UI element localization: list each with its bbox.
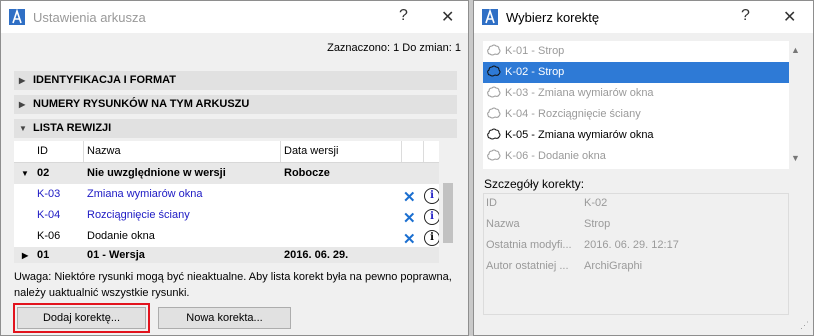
table-row-group[interactable]: ▶ 01 01 - Wersja 2016. 06. 29. (14, 247, 439, 263)
column-header-date[interactable]: Data wersji (284, 145, 338, 157)
detail-value: ArchiGraphi (584, 260, 643, 272)
sheet-settings-dialog: Ustawienia arkusza ? ✕ Zaznaczono: 1 Do … (0, 0, 469, 336)
row-id: K-06 (37, 230, 61, 242)
collapse-arrow-icon: ▼ (19, 124, 27, 133)
row-name: 01 - Wersja (87, 249, 145, 261)
expand-arrow-icon: ▶ (19, 100, 26, 109)
archicad-logo-icon (9, 9, 25, 25)
expand-arrow-icon: ▶ (19, 76, 26, 85)
revision-table: ID Nazwa Data wersji ▼ 02 Nie uwzględnio… (14, 141, 457, 263)
row-date: 2016. 06. 29. (284, 249, 349, 261)
row-name: Nie uwzględnione w wersji (87, 167, 226, 179)
table-header: ID Nazwa Data wersji (14, 141, 439, 163)
list-item[interactable]: K-06 - Dodanie okna (483, 146, 789, 167)
collapse-arrow-icon[interactable]: ▼ (21, 169, 29, 178)
info-icon[interactable]: i (424, 188, 440, 204)
close-button[interactable]: ✕ (783, 7, 796, 27)
help-button[interactable]: ? (399, 7, 408, 25)
archicad-logo-icon (482, 9, 498, 25)
expand-arrow-icon[interactable]: ▶ (22, 251, 28, 260)
revision-cloud-icon (487, 44, 501, 56)
title-bar: Wybierz korektę ? ✕ (474, 1, 813, 33)
list-scrollbar[interactable]: ▲ ▼ (789, 41, 804, 169)
help-button[interactable]: ? (741, 7, 750, 25)
list-item[interactable]: K-01 - Strop (483, 41, 789, 62)
section-label: NUMERY RYSUNKÓW NA TYM ARKUSZU (33, 98, 250, 110)
row-name: Zmiana wymiarów okna (87, 188, 203, 200)
column-divider (401, 141, 402, 162)
detail-value: 2016. 06. 29. 12:17 (584, 239, 679, 251)
table-row[interactable]: K-04 Rozciągnięcie ściany ✕ i (14, 205, 440, 227)
revision-cloud-icon (487, 128, 501, 140)
section-label: IDENTYFIKACJA I FORMAT (33, 74, 176, 86)
row-id: K-04 (37, 209, 61, 221)
table-scrollbar[interactable] (439, 141, 457, 263)
detail-key: Ostatnia modyfi... (486, 239, 572, 251)
close-button[interactable]: ✕ (441, 7, 454, 27)
column-header-id[interactable]: ID (37, 145, 48, 157)
section-revision-list[interactable]: ▼ LISTA REWIZJI (14, 119, 457, 138)
section-identification[interactable]: ▶ IDENTYFIKACJA I FORMAT (14, 71, 457, 90)
scroll-up-icon[interactable]: ▲ (791, 45, 800, 55)
list-item-label: K-01 - Strop (505, 45, 565, 57)
selection-status: Zaznaczono: 1 Do zmian: 1 (327, 42, 461, 54)
row-id: 02 (37, 167, 50, 179)
info-icon[interactable]: i (424, 209, 440, 225)
resize-grip-icon[interactable]: ⋰ (800, 320, 809, 331)
column-divider (280, 141, 281, 162)
row-name: Dodanie okna (87, 230, 155, 242)
table-row[interactable]: K-03 Zmiana wymiarów okna ✕ i (14, 184, 440, 206)
section-label: LISTA REWIZJI (33, 122, 112, 134)
list-item-label: K-03 - Zmiana wymiarów okna (505, 87, 654, 99)
row-id: K-03 (37, 188, 61, 200)
section-drawing-numbers[interactable]: ▶ NUMERY RYSUNKÓW NA TYM ARKUSZU (14, 95, 457, 114)
scroll-down-icon[interactable]: ▼ (791, 153, 800, 163)
remove-x-icon[interactable]: ✕ (403, 188, 416, 206)
add-revision-button[interactable]: Dodaj korektę... (17, 307, 146, 329)
details-panel: ID K-02 Nazwa Strop Ostatnia modyfi... 2… (483, 193, 789, 315)
dialog-title: Wybierz korektę (506, 10, 600, 25)
info-icon[interactable]: i (424, 230, 440, 246)
list-item-label: K-06 - Dodanie okna (505, 150, 606, 162)
details-title: Szczegóły korekty: (484, 177, 585, 191)
row-date: Robocze (284, 167, 330, 179)
list-item-label: K-04 - Rozciągnięcie ściany (505, 108, 641, 120)
detail-value: Strop (584, 218, 611, 230)
list-item[interactable]: K-03 - Zmiana wymiarów okna (483, 83, 789, 104)
row-name: Rozciągnięcie ściany (87, 209, 190, 221)
detail-value: K-02 (584, 197, 608, 209)
table-row[interactable]: K-06 Dodanie okna ✕ i (14, 226, 440, 248)
remove-x-icon[interactable]: ✕ (403, 230, 416, 248)
warning-note: Uwaga: Niektóre rysunki mogą być nieaktu… (14, 271, 452, 299)
revision-cloud-icon (487, 86, 501, 98)
remove-x-icon[interactable]: ✕ (403, 209, 416, 227)
list-item[interactable]: K-04 - Rozciągnięcie ściany (483, 104, 789, 125)
title-bar: Ustawienia arkusza ? ✕ (1, 1, 468, 33)
list-item-label: K-02 - Strop (505, 66, 565, 78)
column-divider (423, 141, 424, 162)
revision-cloud-icon (487, 107, 501, 119)
new-revision-button[interactable]: Nowa korekta... (158, 307, 291, 329)
column-header-name[interactable]: Nazwa (87, 145, 121, 157)
dialog-title: Ustawienia arkusza (33, 10, 146, 25)
revision-cloud-icon (487, 149, 501, 161)
column-divider (83, 141, 84, 162)
row-id: 01 (37, 249, 50, 261)
list-item-label: K-05 - Zmiana wymiarów okna (505, 129, 654, 141)
detail-key: Nazwa (486, 218, 520, 230)
revision-cloud-icon (487, 65, 501, 77)
select-revision-dialog: Wybierz korektę ? ✕ K-01 - Strop K-02 - … (473, 0, 814, 336)
detail-key: ID (486, 197, 497, 209)
revision-list: K-01 - Strop K-02 - Strop K-03 - Zmiana … (483, 41, 789, 169)
list-item-selected[interactable]: K-02 - Strop (483, 62, 789, 83)
detail-key: Autor ostatniej ... (486, 260, 569, 272)
table-row-group[interactable]: ▼ 02 Nie uwzględnione w wersji Robocze (14, 163, 439, 184)
scrollbar-thumb[interactable] (443, 183, 453, 243)
list-item[interactable]: K-05 - Zmiana wymiarów okna (483, 125, 789, 146)
